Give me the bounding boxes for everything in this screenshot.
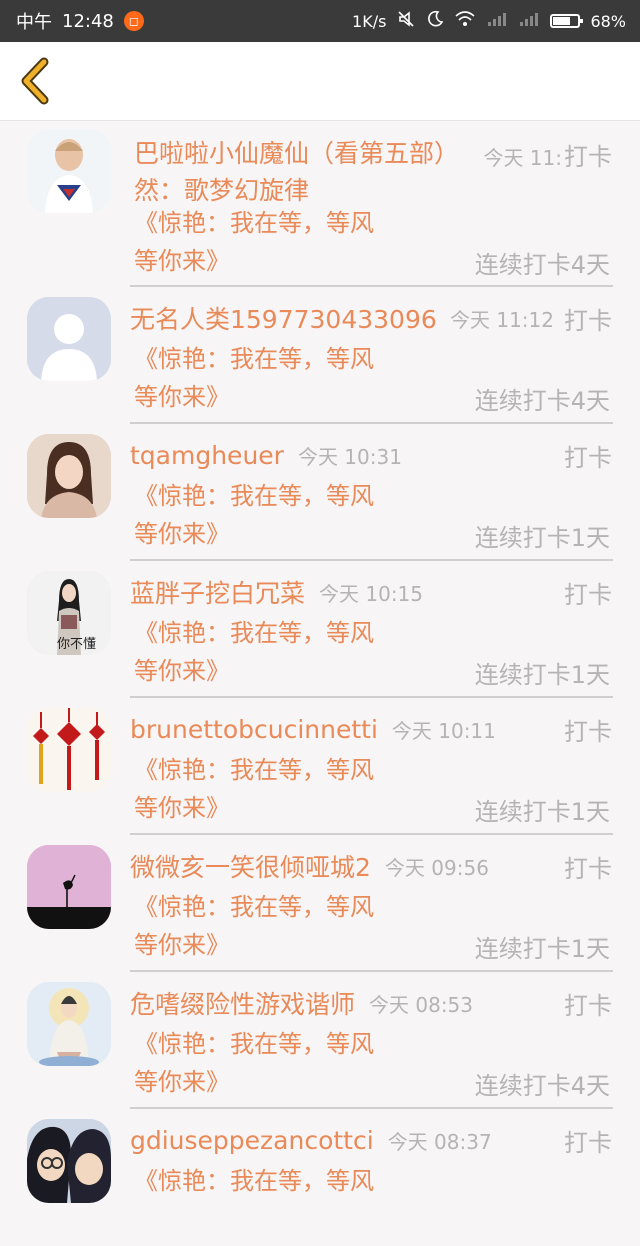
checkin-list: 巴啦啦小仙魔仙（看第五部）然：歌梦幻旋律 今天 11:打卡 《惊艳：我在等，等风…	[0, 121, 640, 1246]
name-line: 蓝胖子挖白冗菜 今天 10:15 打卡	[130, 575, 612, 609]
battery-level	[553, 17, 570, 25]
list-item[interactable]: 巴啦啦小仙魔仙（看第五部）然：歌梦幻旋律 今天 11:打卡 《惊艳：我在等，等风…	[0, 121, 640, 287]
checkin-time: 今天 10:31	[297, 444, 402, 469]
header-bar	[0, 42, 640, 121]
streak-label: 连续打卡4天	[474, 1072, 610, 1100]
checkin-label: 打卡	[564, 1128, 612, 1157]
user-name: gdiuseppezancottci	[130, 1125, 374, 1155]
avatar	[27, 982, 111, 1066]
user-name: 巴啦啦小仙魔仙（看第五部）然：歌梦幻旋律	[134, 139, 460, 205]
message-line: 等你来》	[134, 657, 230, 685]
status-carrier: 中午	[16, 12, 52, 33]
message-line: 等你来》	[134, 247, 230, 275]
message-line: 等你来》	[134, 794, 230, 822]
status-bar: 中午 12:48 ◻ 1K/s 68%	[0, 0, 640, 42]
user-name: tqamgheuer	[130, 440, 284, 470]
list-item[interactable]: gdiuseppezancottci 今天 08:37 打卡 《惊艳：我在等，等…	[0, 1109, 640, 1246]
name-line: tqamgheuer 今天 10:31 打卡	[130, 438, 612, 472]
user-name: 危嗜缀险性游戏谐师	[130, 990, 356, 1019]
message-line: 《惊艳：我在等，等风	[134, 1167, 374, 1195]
status-time: 12:48	[62, 10, 114, 32]
checkin-time: 今天 10:15	[319, 581, 424, 606]
message-line: 《惊艳：我在等，等风	[134, 893, 374, 921]
avatar: 你不懂	[27, 571, 111, 655]
name-line: 危嗜缀险性游戏谐师 今天 08:53 打卡	[130, 986, 612, 1020]
network-speed: 1K/s	[352, 11, 387, 31]
mute-icon	[396, 9, 416, 34]
user-name: 无名人类15977304330966	[130, 305, 436, 334]
list-item[interactable]: 危嗜缀险性游戏谐师 今天 08:53 打卡 《惊艳：我在等，等风 等你来》 连续…	[0, 972, 640, 1109]
battery-icon	[550, 14, 584, 28]
streak-label: 连续打卡1天	[474, 935, 610, 963]
avatar	[27, 129, 111, 213]
checkin-meta: 今天 11:打卡	[483, 137, 612, 172]
streak-label: 连续打卡1天	[474, 661, 610, 689]
checkin-time: 今天 11:12	[450, 307, 554, 332]
avatar	[27, 297, 111, 381]
checkin-label: 打卡	[564, 717, 612, 746]
checkin-time: 今天 08:53	[369, 992, 474, 1017]
chevron-left-icon	[21, 57, 49, 105]
user-name: 微微亥一笑很倾哑城2	[130, 853, 371, 882]
streak-label: 连续打卡1天	[474, 798, 610, 826]
message-line: 《惊艳：我在等，等风	[134, 345, 374, 373]
message-line: 《惊艳：我在等，等风	[134, 756, 374, 784]
message-line: 等你来》	[134, 520, 230, 548]
list-item[interactable]: 你不懂 蓝胖子挖白冗菜 今天 10:15 打卡 《惊艳：我在等，等风 等你来》 …	[0, 561, 640, 698]
list-item[interactable]: tqamgheuer 今天 10:31 打卡 《惊艳：我在等，等风 等你来》 连…	[0, 424, 640, 561]
checkin-label: 打卡	[564, 854, 612, 883]
list-item[interactable]: 微微亥一笑很倾哑城2 今天 09:56 打卡 《惊艳：我在等，等风 等你来》 连…	[0, 835, 640, 972]
back-button[interactable]	[14, 56, 62, 106]
message-line: 《惊艳：我在等，等风	[134, 619, 374, 647]
list-item[interactable]: 无名人类15977304330966 今天 11:12 打卡 《惊艳：我在等，等…	[0, 287, 640, 424]
battery-percent: 68%	[590, 11, 626, 31]
checkin-time: 今天 11:	[483, 146, 562, 170]
checkin-label: 打卡	[564, 143, 612, 171]
message-line: 《惊艳：我在等，等风	[134, 209, 374, 237]
checkin-label: 打卡	[564, 991, 612, 1020]
message-line: 等你来》	[134, 383, 230, 411]
message-line: 等你来》	[134, 1068, 230, 1096]
name-line: brunettobcucinnetti 今天 10:11 打卡	[130, 712, 612, 746]
message-line: 《惊艳：我在等，等风	[134, 482, 374, 510]
message-line: 《惊艳：我在等，等风	[134, 1030, 374, 1058]
avatar	[27, 845, 111, 929]
name-line: 无名人类15977304330966 今天 11:12 打卡	[130, 301, 612, 335]
user-name: 蓝胖子挖白冗菜	[130, 579, 306, 608]
list-item[interactable]: brunettobcucinnetti 今天 10:11 打卡 《惊艳：我在等，…	[0, 698, 640, 835]
checkin-time: 今天 10:11	[391, 718, 496, 743]
avatar	[27, 434, 111, 518]
name-line: 微微亥一笑很倾哑城2 今天 09:56 打卡	[130, 849, 612, 883]
checkin-label: 打卡	[564, 306, 612, 335]
user-name: brunettobcucinnetti	[130, 714, 378, 744]
avatar	[27, 708, 111, 792]
streak-label: 连续打卡4天	[474, 387, 610, 415]
streak-label: 连续打卡4天	[474, 251, 610, 279]
checkin-label: 打卡	[564, 580, 612, 609]
name-line: gdiuseppezancottci 今天 08:37 打卡	[130, 1123, 612, 1157]
signal-icon-2	[518, 11, 540, 32]
checkin-time: 今天 08:37	[387, 1129, 492, 1154]
avatar	[27, 1119, 111, 1203]
message-line: 等你来》	[134, 931, 230, 959]
streak-label: 连续打卡1天	[474, 524, 610, 552]
avatar-caption: 你不懂	[57, 637, 97, 652]
checkin-time: 今天 09:56	[384, 855, 489, 880]
moon-icon	[426, 10, 444, 33]
checkin-label: 打卡	[564, 443, 612, 472]
signal-icon	[486, 11, 508, 32]
notification-icon: ◻	[123, 11, 144, 31]
wifi-icon	[454, 10, 476, 33]
